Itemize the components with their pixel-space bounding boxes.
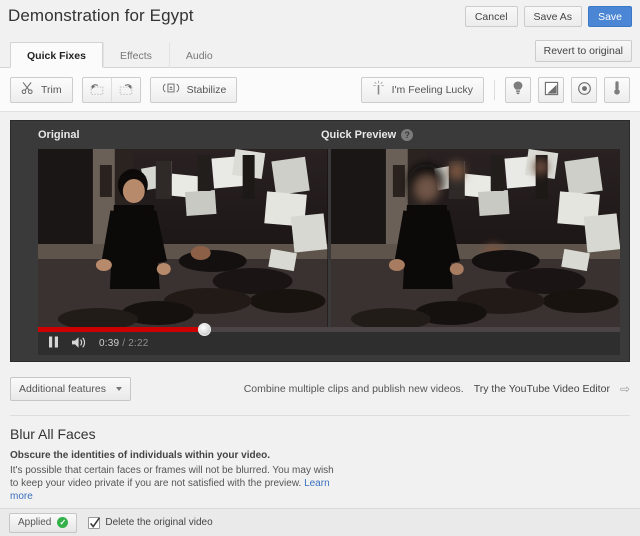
rotate-right-icon	[117, 79, 135, 100]
page-header: Demonstration for Egypt Cancel Save As S…	[0, 0, 640, 38]
blur-section-description: It's possible that certain faces or fram…	[10, 465, 334, 489]
bottom-action-bar: Applied ✓ Delete the original video	[0, 508, 640, 536]
additional-features-dropdown[interactable]: Additional features	[10, 377, 131, 401]
stabilize-icon	[161, 81, 181, 98]
video-comparison	[38, 149, 620, 327]
blur-all-faces-section: Blur All Faces Obscure the identities of…	[0, 416, 640, 503]
thermometer-icon	[612, 80, 622, 99]
rotate-left-button[interactable]	[83, 77, 112, 102]
youtube-video-editor-link[interactable]: Try the YouTube Video Editor	[474, 383, 610, 395]
delete-original-video-label: Delete the original video	[105, 517, 213, 528]
preview-label-row: Original Quick Preview ?	[11, 121, 629, 149]
toolbar-left-group: Trim Stabilize	[10, 76, 238, 103]
toolbar-right-group: I'm Feeling Lucky	[360, 76, 630, 103]
header-actions: Cancel Save As Save	[464, 6, 632, 27]
rotate-left-icon	[88, 79, 106, 100]
trim-label: Trim	[41, 83, 62, 96]
stabilize-label: Stabilize	[186, 83, 227, 96]
stabilize-button[interactable]: Stabilize	[149, 76, 238, 103]
additional-features-label: Additional features	[19, 383, 106, 395]
delete-original-video-checkbox[interactable]	[88, 516, 101, 529]
blur-section-title: Blur All Faces	[10, 426, 96, 442]
saturation-icon	[577, 81, 592, 99]
tab-list: Quick Fixes Effects Audio	[10, 42, 230, 68]
im-feeling-lucky-label: I'm Feeling Lucky	[391, 83, 473, 96]
saturation-button[interactable]	[571, 76, 597, 103]
quick-preview-label-group: Quick Preview ?	[321, 129, 414, 141]
revert-to-original-button[interactable]: Revert to original	[534, 40, 632, 62]
lightbulb-icon	[511, 80, 525, 99]
original-video-frame[interactable]	[38, 149, 328, 327]
volume-button[interactable]	[71, 336, 87, 352]
toolbar-separator	[494, 79, 495, 100]
original-label: Original	[38, 129, 80, 141]
pause-button[interactable]	[48, 336, 59, 351]
arrow-right-icon: ⇨	[619, 382, 630, 396]
save-as-button[interactable]: Save As	[523, 6, 583, 27]
video-enhancements-page: Demonstration for Egypt Cancel Save As S…	[0, 0, 640, 536]
video-editor-promo: Combine multiple clips and publish new v…	[244, 382, 630, 396]
applied-label: Applied	[18, 517, 52, 528]
contrast-icon	[544, 81, 559, 99]
tab-bar: Quick Fixes Effects Audio Revert to orig…	[0, 38, 640, 68]
total-time: 2:22	[128, 338, 149, 349]
brightness-button[interactable]	[505, 76, 531, 103]
rotate-button-group	[81, 76, 141, 103]
progress-scrubber[interactable]	[38, 323, 620, 336]
magic-wand-icon	[372, 80, 386, 99]
trim-button[interactable]: Trim	[10, 76, 73, 103]
current-time: 0:39	[99, 338, 120, 349]
time-display: 0:39 / 2:22	[99, 338, 148, 349]
page-title: Demonstration for Egypt	[8, 6, 194, 25]
color-temperature-button[interactable]	[604, 76, 630, 103]
applied-button[interactable]: Applied ✓	[9, 512, 78, 533]
volume-icon	[71, 336, 87, 352]
promo-text: Combine multiple clips and publish new v…	[243, 383, 464, 395]
cancel-button[interactable]: Cancel	[464, 6, 518, 27]
im-feeling-lucky-button[interactable]: I'm Feeling Lucky	[360, 76, 484, 103]
player-button-bar: 0:39 / 2:22	[38, 332, 620, 355]
progress-fill	[38, 327, 205, 332]
help-icon[interactable]: ?	[401, 129, 414, 141]
time-separator: /	[122, 338, 126, 349]
quick-preview-video-frame[interactable]	[330, 149, 620, 327]
contrast-button[interactable]	[538, 76, 564, 103]
preview-panel: Original Quick Preview ? 0:39 / 2:22	[10, 120, 630, 362]
tab-quick-fixes[interactable]: Quick Fixes	[10, 42, 103, 68]
pause-icon	[48, 336, 59, 351]
scissors-icon	[21, 81, 35, 98]
blur-section-lead: Obscure the identities of individuals wi…	[10, 450, 271, 461]
tab-audio[interactable]: Audio	[168, 42, 230, 68]
video-player-controls: 0:39 / 2:22	[38, 323, 620, 355]
quick-preview-label: Quick Preview	[321, 129, 397, 141]
save-button[interactable]: Save	[588, 6, 632, 27]
rotate-right-button[interactable]	[112, 78, 140, 102]
editing-toolbar: Trim Stabilize I'm Feeling Lucky	[0, 68, 640, 112]
checkmark-icon	[90, 516, 101, 528]
check-circle-icon: ✓	[57, 517, 69, 528]
blur-section-body: It's possible that certain faces or fram…	[10, 464, 340, 503]
additional-features-row: Additional features Combine multiple cli…	[10, 372, 630, 406]
chevron-down-icon	[115, 387, 122, 391]
tab-effects[interactable]: Effects	[102, 42, 169, 68]
delete-original-video-row[interactable]: Delete the original video	[88, 516, 213, 529]
